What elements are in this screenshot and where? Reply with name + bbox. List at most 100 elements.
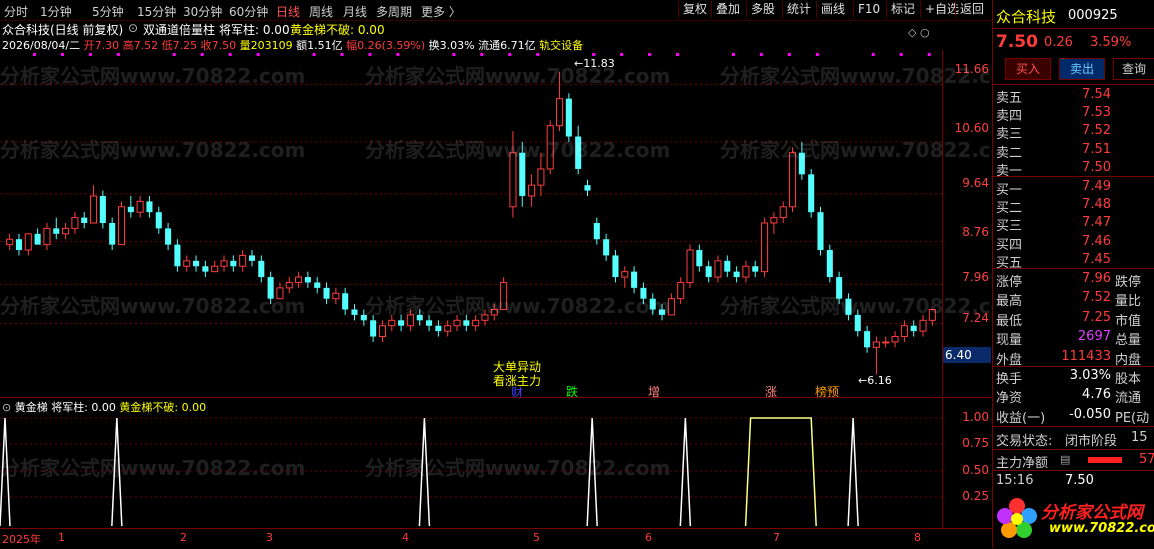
candle-body (761, 222, 769, 273)
candle[interactable] (136, 195, 144, 218)
kline-chart[interactable] (0, 50, 942, 396)
candle[interactable] (90, 185, 98, 224)
period-tab-weekly[interactable]: 周线 (309, 3, 333, 20)
candle[interactable] (15, 233, 23, 256)
period-tab-30min[interactable]: 30分钟 (183, 3, 222, 20)
indicator-name[interactable]: 双通道倍量柱 (143, 21, 215, 38)
candle[interactable] (724, 255, 731, 278)
candle[interactable] (81, 212, 88, 229)
candle-body (891, 336, 899, 343)
candle[interactable] (817, 206, 824, 256)
candle[interactable] (677, 277, 685, 305)
candle[interactable] (183, 255, 191, 272)
candle[interactable] (686, 244, 694, 288)
candle[interactable] (239, 250, 247, 272)
period-tab-60min[interactable]: 60分钟 (229, 3, 268, 20)
candle[interactable] (34, 228, 41, 245)
candle[interactable] (332, 287, 340, 305)
candle[interactable] (99, 190, 106, 229)
candle-body (724, 260, 731, 272)
signal-chart[interactable] (0, 412, 942, 528)
candle[interactable] (202, 260, 209, 278)
mark-button[interactable]: 标记 (886, 1, 919, 18)
candle[interactable] (165, 223, 172, 251)
candle[interactable] (733, 266, 740, 283)
candle-body (314, 282, 321, 288)
candle[interactable] (705, 260, 712, 283)
candle[interactable] (117, 201, 126, 246)
candle[interactable] (43, 223, 51, 251)
period-tab-15min[interactable]: 15分钟 (137, 3, 176, 20)
main-flow-bar (1088, 457, 1122, 463)
candle[interactable] (696, 244, 703, 272)
multi-stock-button[interactable]: 多股 (746, 1, 779, 18)
fuquan-button[interactable]: 复权 (678, 1, 711, 18)
candle[interactable] (342, 287, 349, 315)
candle[interactable] (872, 336, 880, 375)
candle[interactable] (211, 260, 219, 273)
list-icon[interactable]: ▤ (1060, 453, 1070, 466)
candle[interactable] (593, 217, 600, 245)
candle[interactable] (248, 250, 256, 267)
candle[interactable] (314, 277, 321, 294)
candle[interactable] (230, 255, 237, 272)
signal-dot (116, 53, 120, 56)
candle[interactable] (910, 320, 917, 337)
candle[interactable] (146, 195, 153, 218)
candle[interactable] (24, 233, 32, 256)
candle[interactable] (435, 320, 442, 337)
candle[interactable] (826, 244, 833, 283)
buy-button[interactable]: 买入 (1005, 58, 1051, 80)
row-label: 最高 (996, 294, 1023, 310)
overlay-button[interactable]: 叠加 (711, 1, 744, 18)
candle[interactable] (220, 255, 228, 272)
candle[interactable] (603, 233, 610, 261)
candle[interactable] (351, 304, 358, 321)
chevron-down-icon[interactable]: ⊙ (128, 21, 138, 35)
stats-button[interactable]: 统计 (782, 1, 815, 18)
candle[interactable] (779, 201, 787, 223)
candle[interactable] (258, 255, 265, 283)
period-tab-monthly[interactable]: 月线 (343, 3, 367, 20)
candle[interactable] (882, 336, 890, 348)
period-tab-fenshi[interactable]: 分时 (4, 3, 28, 20)
diamond-icon[interactable]: ◇ ○ (908, 26, 930, 39)
row-right-label: 内盘 (1115, 352, 1142, 368)
candle[interactable] (742, 260, 750, 283)
candle[interactable] (752, 260, 759, 278)
candle-body (528, 184, 536, 197)
candle[interactable] (612, 250, 619, 283)
candle[interactable] (444, 320, 452, 337)
candle[interactable] (193, 255, 200, 272)
f10-button[interactable]: F10 (853, 1, 884, 18)
candle[interactable] (127, 195, 134, 218)
candle[interactable] (714, 255, 722, 283)
draw-line-button[interactable]: 画线 (816, 1, 849, 18)
candle[interactable] (53, 217, 60, 240)
period-tab-5min[interactable]: 5分钟 (92, 3, 124, 20)
candle[interactable] (155, 206, 162, 234)
candle[interactable] (109, 217, 116, 251)
tag-cai[interactable]: 财 (511, 384, 523, 401)
candle[interactable] (174, 239, 181, 272)
candle[interactable] (6, 233, 14, 251)
candle[interactable] (304, 271, 311, 288)
candle[interactable] (62, 223, 70, 240)
sell-button[interactable]: 卖出 (1059, 58, 1105, 80)
candle[interactable] (528, 174, 536, 207)
query-button[interactable]: 查询 (1113, 58, 1154, 80)
period-tab-1min[interactable]: 1分钟 (40, 3, 72, 20)
candle-body (193, 260, 200, 267)
period-tab-multi[interactable]: 多周期 (376, 3, 412, 20)
candle[interactable] (891, 331, 899, 348)
candle[interactable] (770, 212, 778, 234)
period-tab-daily[interactable]: 日线 (276, 3, 300, 20)
candle[interactable] (808, 168, 815, 218)
candle[interactable] (761, 217, 769, 278)
candle[interactable] (295, 271, 303, 288)
candle[interactable] (864, 325, 871, 353)
back-button[interactable]: 返回 (955, 1, 988, 18)
candle[interactable] (323, 282, 330, 305)
period-tab-more[interactable]: 更多 〉 (421, 3, 461, 20)
candle[interactable] (71, 212, 79, 234)
